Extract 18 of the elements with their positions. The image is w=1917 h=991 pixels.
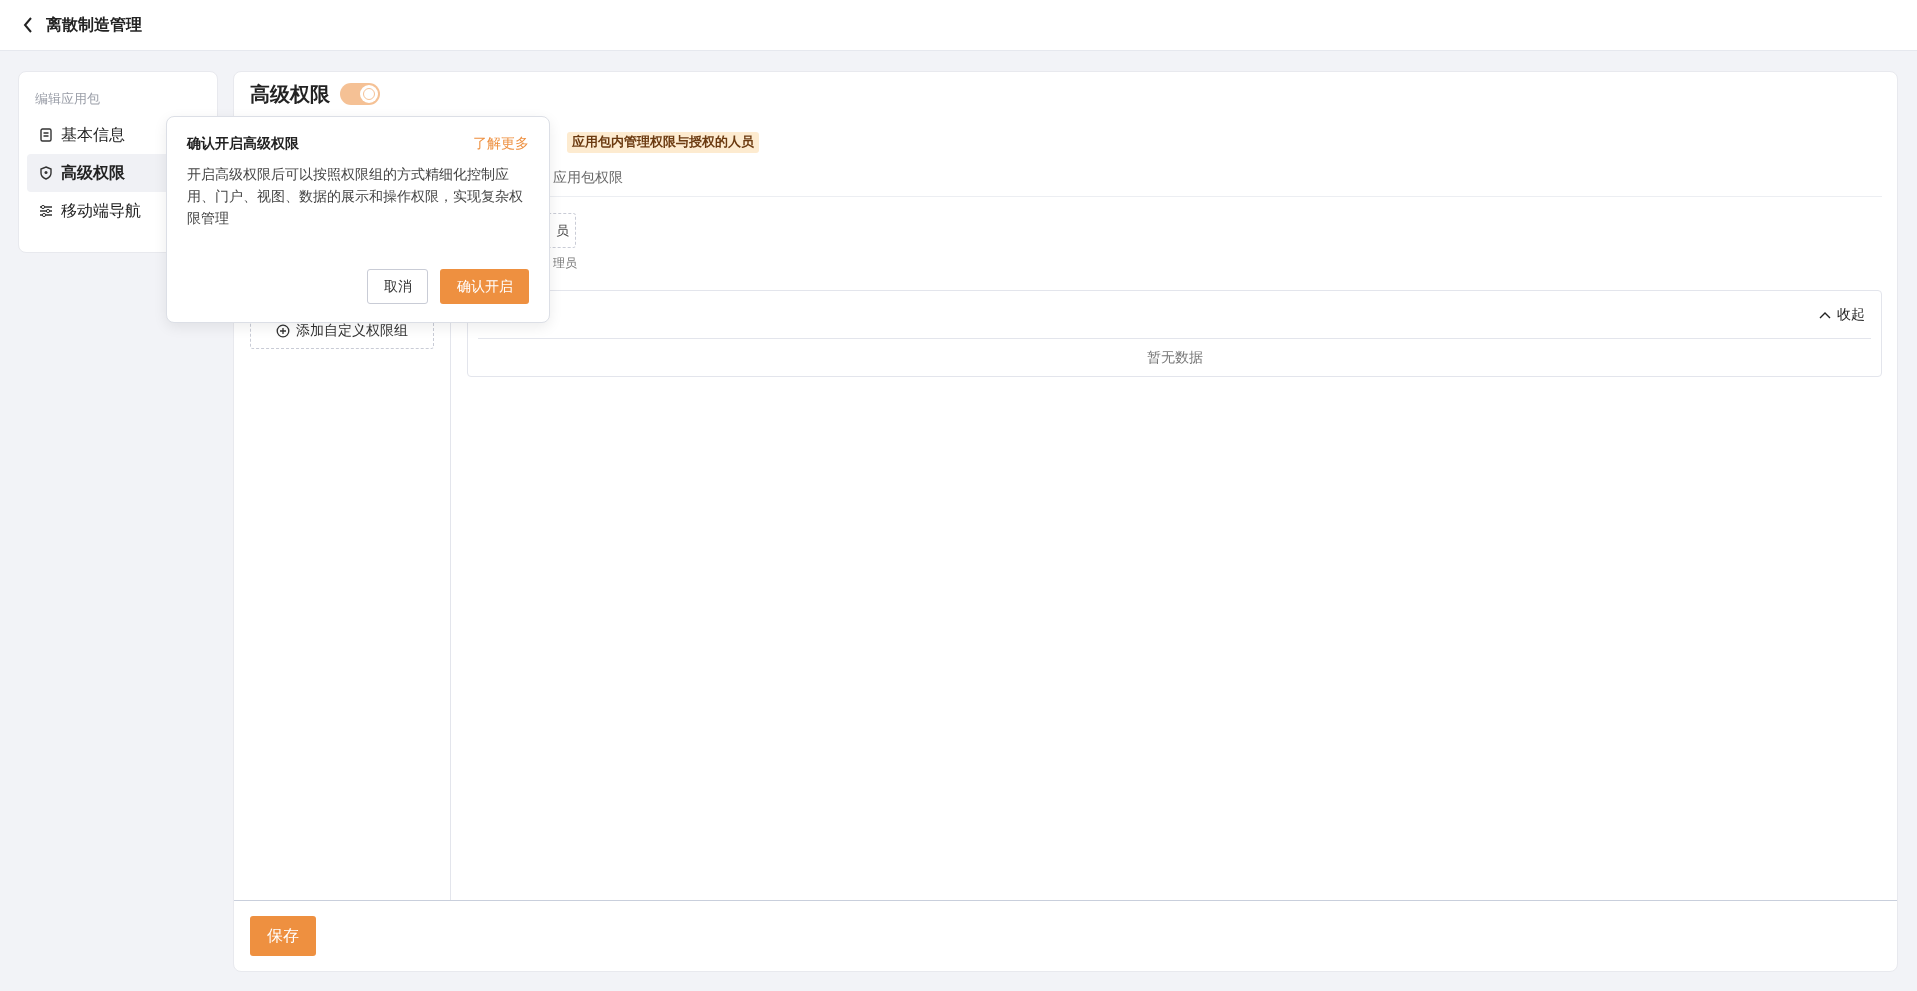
- section-title: 高级权限: [250, 80, 330, 108]
- collapse-button[interactable]: 收起: [1819, 305, 1871, 324]
- back-icon[interactable]: [22, 16, 34, 34]
- chevron-up-icon: [1819, 310, 1831, 319]
- subtitle: 应用包权限: [553, 169, 623, 187]
- shield-icon: [39, 166, 53, 180]
- toggle-switch[interactable]: [340, 83, 380, 105]
- empty-text: 暂无数据: [1146, 349, 1203, 367]
- document-icon: [39, 128, 53, 142]
- member-caption: 理员: [553, 255, 577, 272]
- add-group-label: 添加自定义权限组: [296, 322, 408, 340]
- sliders-icon: [39, 204, 53, 218]
- page-title: 离散制造管理: [46, 14, 142, 36]
- cancel-button[interactable]: 取消: [367, 269, 428, 304]
- sidebar-heading: 编辑应用包: [34, 90, 101, 108]
- info-tag: 应用包内管理权限与授权的人员: [567, 131, 759, 153]
- popover-title: 确认开启高级权限: [187, 135, 299, 153]
- plus-circle-icon: [276, 324, 290, 338]
